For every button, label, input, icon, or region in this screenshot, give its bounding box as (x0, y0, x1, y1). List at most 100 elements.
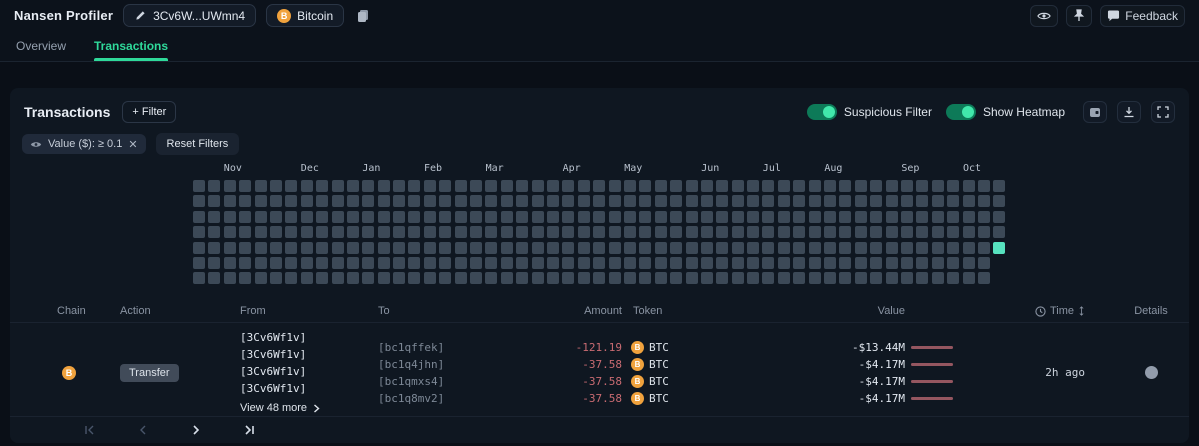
heatmap-cell[interactable] (270, 226, 282, 238)
heatmap-cell[interactable] (839, 211, 851, 223)
heatmap-cell[interactable] (393, 211, 405, 223)
heatmap-cell[interactable] (485, 257, 497, 269)
heatmap-cell[interactable] (332, 180, 344, 192)
heatmap-cell[interactable] (639, 211, 651, 223)
heatmap-cell[interactable] (516, 195, 528, 207)
heatmap-cell[interactable] (578, 272, 590, 284)
heatmap-cell[interactable] (301, 257, 313, 269)
heatmap-cell[interactable] (455, 211, 467, 223)
to-address[interactable]: [bc1qffek] (378, 339, 524, 356)
heatmap-cell[interactable] (947, 257, 959, 269)
heatmap-cell[interactable] (562, 180, 574, 192)
heatmap-cell[interactable] (470, 272, 482, 284)
first-page-button[interactable] (80, 420, 100, 440)
heatmap-cell[interactable] (716, 242, 728, 254)
heatmap-cell[interactable] (224, 211, 236, 223)
heatmap-cell[interactable] (886, 272, 898, 284)
heatmap-cell[interactable] (532, 195, 544, 207)
heatmap-cell[interactable] (285, 180, 297, 192)
heatmap-cell[interactable] (609, 257, 621, 269)
heatmap-cell[interactable] (778, 211, 790, 223)
heatmap-cell[interactable] (562, 226, 574, 238)
heatmap-cell[interactable] (639, 180, 651, 192)
heatmap-cell[interactable] (516, 226, 528, 238)
heatmap-cell[interactable] (470, 211, 482, 223)
heatmap-cell[interactable] (624, 180, 636, 192)
heatmap-cell[interactable] (716, 257, 728, 269)
heatmap-cell[interactable] (701, 272, 713, 284)
heatmap-cell[interactable] (793, 211, 805, 223)
heatmap-cell[interactable] (316, 211, 328, 223)
heatmap-cell[interactable] (655, 226, 667, 238)
heatmap-cell[interactable] (562, 211, 574, 223)
heatmap-cell[interactable] (255, 226, 267, 238)
heatmap-cell[interactable] (332, 272, 344, 284)
heatmap-cell[interactable] (686, 257, 698, 269)
heatmap-cell[interactable] (762, 180, 774, 192)
heatmap-cell[interactable] (978, 180, 990, 192)
heatmap-cell[interactable] (886, 242, 898, 254)
heatmap-cell[interactable] (393, 180, 405, 192)
heatmap-cell[interactable] (824, 257, 836, 269)
heatmap-cell[interactable] (639, 195, 651, 207)
heatmap-cell[interactable] (624, 195, 636, 207)
heatmap-cell[interactable] (439, 242, 451, 254)
heatmap-cell[interactable] (870, 272, 882, 284)
view-more-link[interactable]: View 48 more (240, 400, 378, 416)
heatmap-cell[interactable] (793, 272, 805, 284)
heatmap-cell[interactable] (916, 226, 928, 238)
heatmap-cell[interactable] (701, 242, 713, 254)
heatmap-cell[interactable] (470, 257, 482, 269)
heatmap-cell[interactable] (670, 272, 682, 284)
last-page-button[interactable] (239, 420, 259, 440)
heatmap-cell[interactable] (778, 180, 790, 192)
heatmap-cell[interactable] (824, 242, 836, 254)
heatmap-cell[interactable] (208, 257, 220, 269)
heatmap-cell[interactable] (870, 226, 882, 238)
heatmap-cell[interactable] (716, 195, 728, 207)
heatmap-cell[interactable] (639, 226, 651, 238)
heatmap-cell[interactable] (193, 272, 205, 284)
heatmap-cell[interactable] (224, 195, 236, 207)
heatmap-cell[interactable] (855, 226, 867, 238)
details-icon[interactable] (1145, 366, 1158, 379)
heatmap-cell[interactable] (932, 195, 944, 207)
copy-icon[interactable] (354, 7, 372, 25)
heatmap-cell[interactable] (762, 257, 774, 269)
col-header-time[interactable]: Time (953, 305, 1113, 317)
heatmap-cell[interactable] (224, 242, 236, 254)
chip-close-icon[interactable]: ✕ (128, 138, 137, 151)
heatmap-cell[interactable] (870, 242, 882, 254)
heatmap-cell[interactable] (593, 257, 605, 269)
heatmap-cell[interactable] (578, 226, 590, 238)
heatmap-cell[interactable] (886, 257, 898, 269)
heatmap-cell[interactable] (593, 242, 605, 254)
heatmap-cell[interactable] (870, 211, 882, 223)
heatmap-cell[interactable] (270, 242, 282, 254)
heatmap-cell[interactable] (593, 272, 605, 284)
heatmap-cell[interactable] (701, 226, 713, 238)
heatmap-cell[interactable] (485, 272, 497, 284)
heatmap-cell[interactable] (778, 226, 790, 238)
heatmap-cell[interactable] (747, 242, 759, 254)
heatmap-cell[interactable] (547, 272, 559, 284)
heatmap-cell[interactable] (578, 242, 590, 254)
heatmap-cell[interactable] (963, 226, 975, 238)
heatmap-cell[interactable] (193, 180, 205, 192)
heatmap-cell[interactable] (424, 242, 436, 254)
heatmap-cell[interactable] (639, 242, 651, 254)
heatmap-cell[interactable] (239, 242, 251, 254)
heatmap-cell[interactable] (578, 180, 590, 192)
heatmap-cell[interactable] (485, 195, 497, 207)
heatmap-cell[interactable] (362, 272, 374, 284)
heatmap-cell[interactable] (624, 211, 636, 223)
heatmap-cell[interactable] (793, 195, 805, 207)
heatmap-cell[interactable] (485, 180, 497, 192)
heatmap-cell[interactable] (455, 226, 467, 238)
heatmap-cell[interactable] (316, 180, 328, 192)
heatmap-cell[interactable] (839, 195, 851, 207)
tab-transactions[interactable]: Transactions (94, 31, 168, 61)
heatmap-cell[interactable] (408, 257, 420, 269)
heatmap-cell[interactable] (301, 272, 313, 284)
heatmap-cell[interactable] (932, 180, 944, 192)
